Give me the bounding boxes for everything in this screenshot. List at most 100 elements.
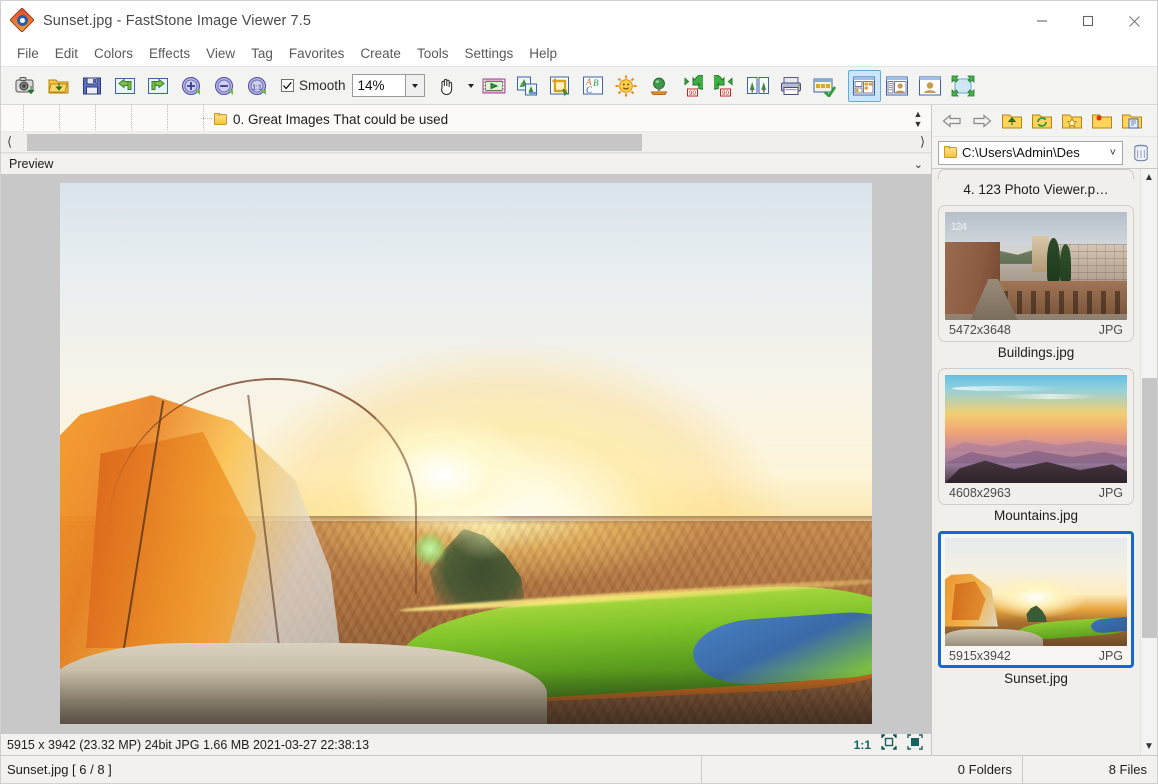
image-canvas[interactable] [1,175,931,733]
preview-image[interactable] [60,183,872,724]
new-folder-icon[interactable] [1087,106,1116,135]
menu-help[interactable]: Help [521,43,565,64]
email-icon[interactable] [808,70,841,102]
thumbnail-card[interactable]: 124 5472x3648 JPG [938,205,1134,342]
menu-tools[interactable]: Tools [409,43,457,64]
draw-text-icon[interactable]: A B C [577,70,610,102]
tree-horizontal-scrollbar[interactable]: ⟨ ⟩ [1,132,931,153]
vscroll-up-arrow[interactable]: ▲ [1141,169,1158,186]
menu-edit[interactable]: Edit [47,43,86,64]
faststone-logo-icon [9,7,35,33]
next-image-icon[interactable] [141,70,174,102]
folder-tree-strip[interactable]: 0. Great Images That could be used ▲ ▼ [1,105,931,132]
forward-arrow-icon[interactable] [967,106,996,135]
thumbnail-card-partial[interactable] [938,169,1134,179]
rotate-right-icon[interactable]: 90 [709,70,742,102]
back-arrow-icon[interactable] [937,106,966,135]
print-icon[interactable] [775,70,808,102]
actual-pixels-icon[interactable] [907,734,923,755]
window-title: Sunset.jpg - FastStone Image Viewer 7.5 [43,13,312,29]
save-as-icon[interactable] [75,70,108,102]
pan-hand-icon[interactable] [431,70,464,102]
menu-create[interactable]: Create [352,43,409,64]
thumbnail-item-buildings[interactable]: 124 5472x3648 JPG Buildings.jpg [938,205,1134,360]
folder-icon [944,146,957,159]
status-folders-count: 0 Folders [701,755,1022,784]
pan-dropdown-caret[interactable] [464,70,478,102]
thumbnail-view-icon[interactable] [847,69,881,102]
zoom-ratio-label: 1:1 [853,737,871,752]
thumbnail-pane: 4. 123 Photo Viewer.p… 124 5472x3648 JPG… [932,169,1157,755]
tree-spinner-up[interactable]: ▲ [914,109,923,118]
thumbnail-image-mountains[interactable] [945,375,1127,483]
tree-spinner[interactable]: ▲ ▼ [907,105,929,131]
close-button[interactable] [1111,1,1157,41]
hscroll-thumb[interactable] [27,133,642,151]
hscroll-track[interactable] [18,133,914,151]
zoom-in-icon[interactable] [174,70,207,102]
up-folder-icon[interactable] [997,106,1026,135]
path-value[interactable]: C:\Users\Admin\Des [962,145,1105,160]
left-column: 0. Great Images That could be used ▲ ▼ ⟨… [1,105,931,755]
thumbnail-image-sunset[interactable] [945,538,1127,646]
vscroll-track[interactable] [1141,186,1158,738]
thumbnail-item-mountains[interactable]: 4608x2963 JPG Mountains.jpg [938,368,1134,523]
folder-tree-label[interactable]: 0. Great Images That could be used [233,112,448,127]
tree-spinner-down[interactable]: ▼ [914,119,923,128]
thumbnail-vertical-scrollbar[interactable]: ▲ ▼ [1140,169,1157,755]
actual-size-icon[interactable]: 1:1 [240,70,273,102]
filmstrip-view-icon[interactable] [881,70,914,102]
menu-effects[interactable]: Effects [141,43,198,64]
zoom-level-combo[interactable]: 14% [351,74,425,97]
path-bar: C:\Users\Admin\Des ˅ [932,137,1157,169]
slideshow-icon[interactable] [478,70,511,102]
fit-to-window-icon[interactable] [881,734,897,755]
zoom-dropdown-caret[interactable] [405,74,425,97]
refresh-folder-icon[interactable] [1027,106,1056,135]
menu-favorites[interactable]: Favorites [281,43,353,64]
open-folder-icon[interactable] [42,70,75,102]
crop-board-icon[interactable] [544,70,577,102]
minimize-button[interactable] [1019,1,1065,41]
path-combobox[interactable]: C:\Users\Admin\Des ˅ [938,140,1123,165]
status-files-count: 8 Files [1022,755,1157,784]
previous-image-icon[interactable] [108,70,141,102]
thumbnail-filename: Buildings.jpg [997,345,1075,360]
rotate-left-icon[interactable]: 90 [676,70,709,102]
chevron-down-icon[interactable]: ˅ [1110,147,1118,159]
trash-icon[interactable] [1129,140,1153,166]
smooth-checkbox-group[interactable]: Smooth [281,78,346,93]
zoom-level-input[interactable]: 14% [351,74,406,97]
thumbnail-item-sunset[interactable]: 5915x3942 JPG Sunset.jpg [938,531,1134,686]
favorites-folder-icon[interactable] [1057,106,1086,135]
compare-images-icon[interactable] [742,70,775,102]
thumbnail-card-selected[interactable]: 5915x3942 JPG [938,531,1134,668]
double-chevron-down-icon[interactable]: ⌄ [914,158,923,171]
fullscreen-icon[interactable] [947,70,980,102]
smooth-checkbox[interactable] [281,79,294,92]
hscroll-left-arrow[interactable]: ⟨ [1,132,18,153]
thumbnail-meta: 4608x2963 JPG [945,483,1127,502]
window-controls [1019,1,1157,41]
menu-settings[interactable]: Settings [456,43,521,64]
thumbnail-image-buildings[interactable]: 124 [945,212,1127,320]
copy-folder-icon[interactable] [1117,106,1146,135]
thumbnail-format: JPG [1098,323,1123,337]
menu-file[interactable]: File [9,43,47,64]
menu-view[interactable]: View [198,43,243,64]
hscroll-right-arrow[interactable]: ⟩ [914,132,931,153]
thumbnail-format: JPG [1098,486,1123,500]
resize-resample-icon[interactable] [511,70,544,102]
capture-screen-icon[interactable] [9,70,42,102]
red-eye-removal-icon[interactable] [643,70,676,102]
thumbnail-card[interactable]: 4608x2963 JPG [938,368,1134,505]
zoom-out-icon[interactable] [207,70,240,102]
maximize-button[interactable] [1065,1,1111,41]
menu-tag[interactable]: Tag [243,43,281,64]
preview-only-icon[interactable] [914,70,947,102]
vscroll-thumb[interactable] [1141,378,1157,638]
thumbnail-meta: 5915x3942 JPG [945,646,1127,665]
adjust-lighting-icon[interactable] [610,70,643,102]
menu-colors[interactable]: Colors [86,43,141,64]
vscroll-down-arrow[interactable]: ▼ [1141,738,1158,755]
